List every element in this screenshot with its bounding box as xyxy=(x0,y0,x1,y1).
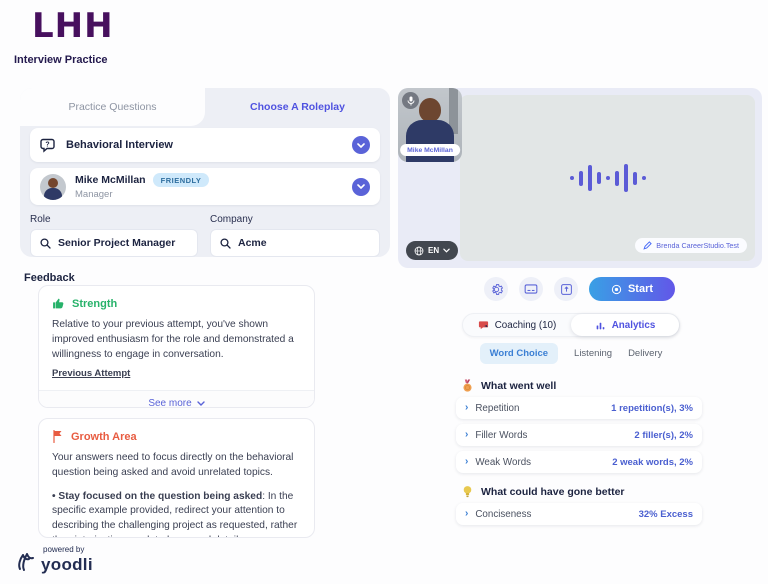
feedback-heading: Feedback xyxy=(24,272,75,284)
tab-coaching[interactable]: Coaching (10) xyxy=(463,314,571,336)
persona-name: Mike McMillan xyxy=(75,174,146,186)
coaching-tab-label: Coaching (10) xyxy=(495,320,557,331)
svg-text:?: ? xyxy=(45,141,49,148)
chevron-down-icon[interactable] xyxy=(352,178,370,196)
analytics-bars-icon xyxy=(595,320,606,331)
see-more-label: See more xyxy=(148,398,191,408)
medal-icon xyxy=(462,379,473,393)
subtab-word-choice[interactable]: Word Choice xyxy=(480,343,558,364)
powered-by-label: powered by xyxy=(43,546,93,554)
chevron-right-icon: › xyxy=(465,403,468,413)
company-label: Company xyxy=(210,214,380,225)
persona-subtitle: Manager xyxy=(75,189,343,200)
role-label: Role xyxy=(30,214,198,225)
growth-area-title: Growth Area xyxy=(71,431,137,443)
participant-video-thumbnail: Mike McMillan xyxy=(398,88,462,162)
subtab-delivery[interactable]: Delivery xyxy=(628,343,662,364)
captions-icon xyxy=(524,283,538,295)
avatar xyxy=(40,174,66,200)
metric-label: Conciseness xyxy=(475,509,631,520)
chevron-down-icon xyxy=(443,248,450,253)
chevron-right-icon: › xyxy=(465,457,468,467)
metric-row-conciseness[interactable]: › Conciseness 32% Excess xyxy=(456,503,702,525)
gone-better-label: What could have gone better xyxy=(481,486,625,498)
growth-area-bullet: • Stay focused on the question being ask… xyxy=(52,490,301,538)
metric-label: Weak Words xyxy=(475,457,605,468)
page-title: Interview Practice xyxy=(14,54,108,66)
metric-value: 2 weak words, 2% xyxy=(612,457,693,468)
studio-label-pill[interactable]: Brenda CareerStudio.Test xyxy=(635,238,747,253)
metric-row-filler-words[interactable]: › Filler Words 2 filler(s), 2% xyxy=(456,424,702,446)
settings-button[interactable] xyxy=(484,277,508,301)
metric-value: 32% Excess xyxy=(639,509,693,520)
previous-attempt-link[interactable]: Previous Attempt xyxy=(52,368,130,379)
see-more-toggle[interactable]: See more xyxy=(39,390,314,408)
session-controls: Start xyxy=(484,277,675,301)
powered-by-yoodli: powered by yoodli xyxy=(16,546,93,573)
tab-analytics[interactable]: Analytics xyxy=(571,314,679,336)
yoodli-wordmark: yoodli xyxy=(41,556,93,573)
start-button[interactable]: Start xyxy=(589,277,675,301)
roleplay-type-selector[interactable]: ? Behavioral Interview xyxy=(30,128,380,162)
role-value: Senior Project Manager xyxy=(58,237,175,249)
flag-icon xyxy=(52,430,64,443)
language-label: EN xyxy=(428,246,439,255)
participant-name-pill: Mike McMillan xyxy=(400,144,460,156)
pen-icon xyxy=(643,241,652,250)
upload-icon xyxy=(560,283,573,296)
analytics-tab-label: Analytics xyxy=(612,320,656,331)
lhh-logo: LHH xyxy=(32,6,114,46)
record-icon xyxy=(611,284,622,295)
lightbulb-icon xyxy=(462,485,473,499)
company-input[interactable]: Acme xyxy=(210,229,380,257)
friendly-badge: FRIENDLY xyxy=(153,173,210,187)
chevron-right-icon: › xyxy=(465,509,468,519)
chat-question-icon: ? xyxy=(40,138,57,153)
strength-card: Strength Relative to your previous attem… xyxy=(38,285,315,408)
roleplay-setup-panel: Practice Questions Choose A Roleplay ? B… xyxy=(20,88,390,257)
growth-area-card: Growth Area Your answers need to focus d… xyxy=(38,418,315,538)
roleplay-type-label: Behavioral Interview xyxy=(66,139,343,151)
metric-value: 2 filler(s), 2% xyxy=(634,430,693,441)
chevron-down-icon[interactable] xyxy=(352,136,370,154)
studio-label: Brenda CareerStudio.Test xyxy=(656,241,739,250)
strength-title: Strength xyxy=(72,298,117,310)
gone-better-heading: What could have gone better xyxy=(462,485,625,499)
search-icon xyxy=(40,238,51,249)
chevron-down-icon xyxy=(197,401,205,406)
company-value: Acme xyxy=(238,237,267,249)
metric-row-weak-words[interactable]: › Weak Words 2 weak words, 2% xyxy=(456,451,702,473)
yoodli-logo-icon xyxy=(16,549,36,573)
metric-row-repetition[interactable]: › Repetition 1 repetition(s), 3% xyxy=(456,397,702,419)
chevron-right-icon: › xyxy=(465,430,468,440)
coaching-icon xyxy=(478,320,489,331)
metric-value: 1 repetition(s), 3% xyxy=(611,403,693,414)
thumbs-up-icon xyxy=(52,297,65,310)
waveform-icon xyxy=(570,164,646,192)
search-icon xyxy=(220,238,231,249)
persona-selector[interactable]: Mike McMillan FRIENDLY Manager xyxy=(30,168,380,205)
language-selector[interactable]: EN xyxy=(406,241,458,260)
metric-label: Filler Words xyxy=(475,430,627,441)
globe-icon xyxy=(414,246,424,256)
video-area: Brenda CareerStudio.Test xyxy=(460,95,755,261)
interview-practice-page: LHH Interview Practice Practice Question… xyxy=(0,0,768,584)
analytics-subtabs: Word Choice Listening Delivery xyxy=(462,343,680,364)
results-tab-bar: Coaching (10) Analytics xyxy=(462,313,680,337)
tab-choose-a-roleplay[interactable]: Choose A Roleplay xyxy=(205,88,390,126)
tab-practice-questions[interactable]: Practice Questions xyxy=(20,88,205,126)
role-input[interactable]: Senior Project Manager xyxy=(30,229,198,257)
mic-icon[interactable] xyxy=(402,92,419,109)
growth-area-body: Your answers need to focus directly on t… xyxy=(52,451,301,481)
gear-icon xyxy=(490,283,503,296)
captions-button[interactable] xyxy=(519,277,543,301)
start-label: Start xyxy=(628,283,653,295)
went-well-heading: What went well xyxy=(462,379,556,393)
subtab-listening[interactable]: Listening xyxy=(574,343,612,364)
strength-body: Relative to your previous attempt, you'v… xyxy=(52,318,301,362)
video-panel: Brenda CareerStudio.Test Mike McMillan E… xyxy=(398,88,762,268)
upload-button[interactable] xyxy=(554,277,578,301)
went-well-label: What went well xyxy=(481,380,556,392)
metric-label: Repetition xyxy=(475,403,604,414)
